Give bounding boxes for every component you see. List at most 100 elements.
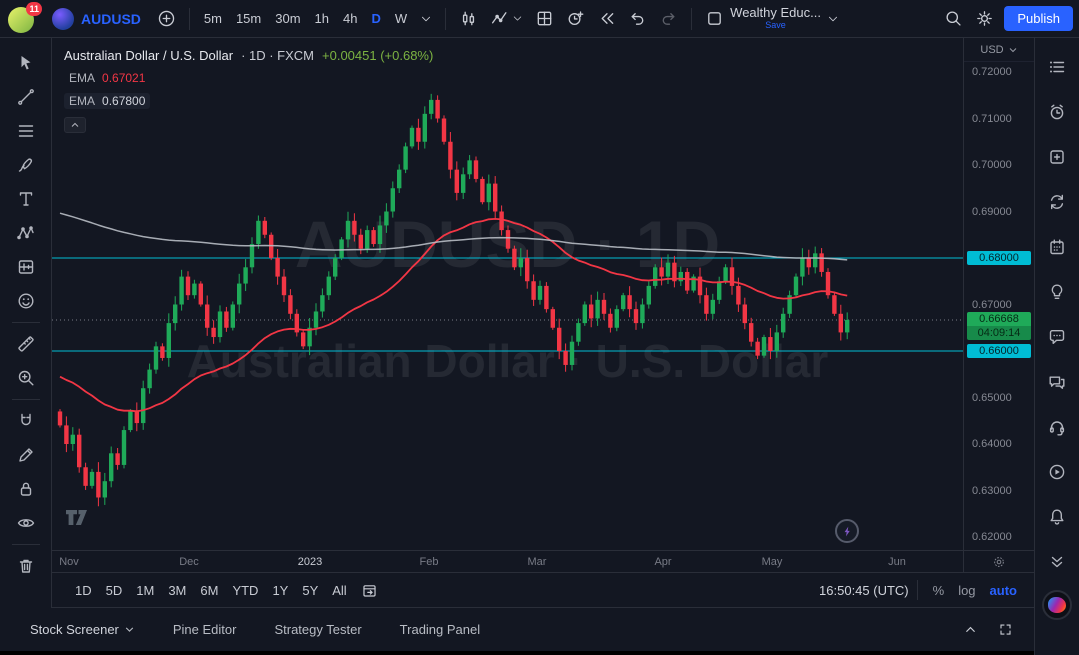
ai-assistant-button[interactable] <box>1042 590 1072 620</box>
log-scale-button[interactable]: log <box>951 579 982 602</box>
magnet-tool[interactable] <box>0 404 51 438</box>
save-label[interactable]: Save <box>765 19 786 32</box>
go-to-date-button[interactable] <box>354 578 385 603</box>
replay-rewind-icon <box>597 9 616 28</box>
redo-arrow-icon <box>659 9 678 28</box>
create-alert-button[interactable] <box>560 6 591 31</box>
maximize-panel-button[interactable] <box>991 618 1020 641</box>
window-edge <box>0 651 1079 655</box>
measure-tool[interactable] <box>0 327 51 361</box>
hide-drawings-tool[interactable] <box>0 506 51 540</box>
streams-button[interactable] <box>1035 449 1079 494</box>
cursor-tool[interactable] <box>0 46 51 80</box>
legend-symbol-title[interactable]: Australian Dollar / U.S. Dollar <box>64 48 233 63</box>
indicator-value: 0.67021 <box>102 71 145 85</box>
hotlists-button[interactable] <box>1035 179 1079 224</box>
tradingview-watermark-logo[interactable] <box>64 508 98 528</box>
emoji-tool[interactable] <box>0 284 51 318</box>
range-all[interactable]: All <box>325 579 353 602</box>
indicator-name: EMA <box>69 94 95 108</box>
compare-add-button[interactable] <box>151 6 182 31</box>
range-3m[interactable]: 3M <box>161 579 193 602</box>
open-panel-button[interactable] <box>956 618 985 641</box>
timeframe-15m[interactable]: 15m <box>229 7 268 30</box>
layout-grid-button[interactable] <box>529 6 560 31</box>
support-button[interactable] <box>1035 404 1079 449</box>
remove-drawings-tool[interactable] <box>0 549 51 583</box>
timeframe-30m[interactable]: 30m <box>268 7 307 30</box>
chart-pane[interactable]: AUDUSD · 1D Australian Dollar · U.S. Dol… <box>52 38 963 572</box>
more-panels-button[interactable] <box>1035 539 1079 584</box>
alerts-button[interactable] <box>1035 89 1079 134</box>
range-5d[interactable]: 5D <box>99 579 130 602</box>
range-ytd[interactable]: YTD <box>225 579 265 602</box>
timeframe-1h[interactable]: 1h <box>308 7 336 30</box>
layout-menu-button[interactable] <box>821 10 845 28</box>
notifications-button[interactable] <box>1035 494 1079 539</box>
zoom-tool[interactable] <box>0 361 51 395</box>
chart-style-button[interactable] <box>453 6 484 31</box>
save-layout-button[interactable] <box>699 6 730 31</box>
tab-strategy-tester[interactable]: Strategy Tester <box>264 616 371 643</box>
percent-scale-button[interactable]: % <box>926 579 952 602</box>
data-window-button[interactable] <box>1035 134 1079 179</box>
indicator-row-ema2[interactable]: EMA 0.67800 <box>64 93 150 109</box>
quick-search-button[interactable] <box>938 6 969 31</box>
redo-button[interactable] <box>653 6 684 31</box>
fib-retracement-icon <box>16 121 36 141</box>
timeframe-W[interactable]: W <box>388 7 414 30</box>
cursor-icon <box>16 53 36 73</box>
utc-clock[interactable]: 16:50:45 (UTC) <box>819 583 909 598</box>
range-5y[interactable]: 5Y <box>295 579 325 602</box>
layout-name-button[interactable]: Wealthy Educ... Save <box>730 6 821 32</box>
trend-line-tool[interactable] <box>0 80 51 114</box>
watchlist-button[interactable] <box>1035 44 1079 89</box>
lock-drawings-tool[interactable] <box>0 472 51 506</box>
magnifier-icon <box>16 368 36 388</box>
drawing-mode-tool[interactable] <box>0 438 51 472</box>
chat-button[interactable] <box>1035 314 1079 359</box>
tab-stock-screener[interactable]: Stock Screener <box>20 616 145 643</box>
auto-scale-button[interactable]: auto <box>983 579 1024 602</box>
indicators-button[interactable] <box>484 6 529 31</box>
settings-button[interactable] <box>969 6 1000 31</box>
ideas-button[interactable] <box>1035 269 1079 314</box>
range-6m[interactable]: 6M <box>193 579 225 602</box>
pattern-tool[interactable] <box>0 216 51 250</box>
range-1y[interactable]: 1Y <box>265 579 295 602</box>
timeframe-4h[interactable]: 4h <box>336 7 364 30</box>
emoji-icon <box>16 291 36 311</box>
range-1m[interactable]: 1M <box>129 579 161 602</box>
publish-button[interactable]: Publish <box>1004 6 1073 31</box>
symbol-name: AUDUSD <box>81 11 141 27</box>
calendar-button[interactable] <box>1035 224 1079 269</box>
instant-trade-button[interactable] <box>835 519 859 543</box>
symbol-search-button[interactable]: AUDUSD <box>46 5 151 33</box>
fib-retracement-tool[interactable] <box>0 114 51 148</box>
range-1d[interactable]: 1D <box>68 579 99 602</box>
price-tick: 0.63000 <box>972 485 1012 497</box>
bottom-range-toolbar: 1D5D1M3M6MYTD1Y5YAll 16:50:45 (UTC) % lo… <box>52 572 1034 608</box>
bar-replay-button[interactable] <box>591 6 622 31</box>
price-axis-settings[interactable] <box>964 550 1034 572</box>
notifications-badge: 11 <box>26 2 42 16</box>
tab-trading-panel[interactable]: Trading Panel <box>390 616 490 643</box>
lightning-icon <box>841 525 854 538</box>
timeframe-5m[interactable]: 5m <box>197 7 229 30</box>
timeframe-menu-button[interactable] <box>414 10 438 28</box>
forecast-tool[interactable] <box>0 250 51 284</box>
text-tool[interactable] <box>0 182 51 216</box>
tab-pine-editor[interactable]: Pine Editor <box>163 616 247 643</box>
conversations-button[interactable] <box>1035 359 1079 404</box>
price-tick: 0.64000 <box>972 438 1012 450</box>
user-menu-button[interactable]: 11 <box>8 4 38 34</box>
price-axis[interactable]: USD 0.720000.710000.700000.690000.680000… <box>963 38 1034 572</box>
legend-collapse-button[interactable] <box>64 117 86 133</box>
brush-tool[interactable] <box>0 148 51 182</box>
indicator-row-ema1[interactable]: EMA 0.67021 <box>64 70 150 86</box>
timeframe-D[interactable]: D <box>364 7 387 30</box>
time-axis[interactable]: NovDec2023FebMarAprMayJun <box>52 550 963 572</box>
forecast-icon <box>16 257 36 277</box>
undo-button[interactable] <box>622 6 653 31</box>
price-axis-currency-button[interactable]: USD <box>964 38 1034 62</box>
